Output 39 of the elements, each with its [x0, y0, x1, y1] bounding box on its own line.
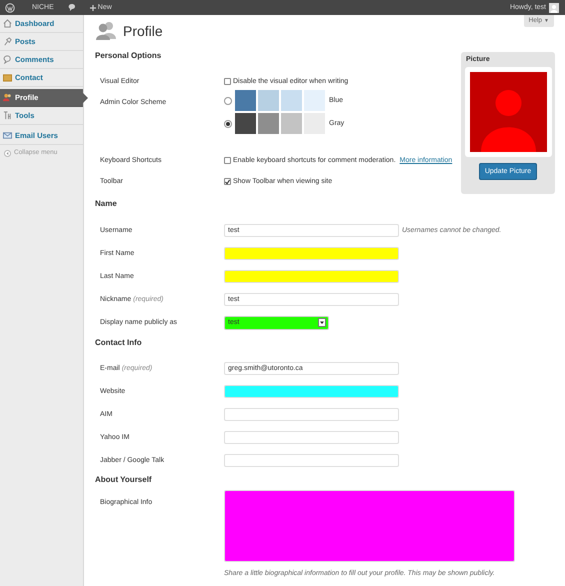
- tools-icon: [3, 111, 12, 120]
- radio-button[interactable]: [224, 120, 232, 128]
- page-title: Profile: [123, 22, 163, 40]
- color-swatch: [281, 90, 302, 112]
- section-heading: Personal Options: [95, 51, 162, 62]
- folder-icon: [3, 73, 12, 82]
- biography-textarea[interactable]: [224, 490, 515, 562]
- color-swatch: [281, 113, 302, 134]
- section-heading: Name: [95, 199, 118, 210]
- envelope-icon: [3, 131, 12, 140]
- color-swatch: [258, 113, 279, 134]
- color-swatch: [235, 113, 256, 134]
- text-field[interactable]: [224, 385, 399, 398]
- caret-icon: [318, 318, 326, 328]
- plus-icon: [90, 4, 96, 10]
- current-page-pointer: [83, 93, 88, 103]
- pin-icon: [3, 37, 12, 46]
- checkbox[interactable]: [224, 157, 231, 164]
- section-heading: About Yourself: [95, 475, 153, 486]
- color-swatch: [258, 90, 279, 112]
- collapse-arrow-icon: [4, 150, 11, 157]
- people-icon: [3, 93, 12, 102]
- color-swatch: [235, 90, 256, 112]
- logo-icon[interactable]: [5, 2, 15, 12]
- section-heading: Contact Info: [95, 338, 143, 348]
- text-field[interactable]: [224, 454, 399, 468]
- people-icon: [95, 21, 117, 41]
- checkbox[interactable]: [224, 78, 231, 86]
- avatar-icon[interactable]: [549, 2, 559, 12]
- text-field[interactable]: [224, 270, 399, 283]
- checkbox[interactable]: [224, 178, 231, 186]
- speech-bubble-icon[interactable]: [68, 4, 76, 11]
- text-field[interactable]: [224, 246, 399, 260]
- text-field[interactable]: [224, 408, 399, 422]
- speech-bubble-icon: [3, 55, 12, 64]
- color-swatch: [304, 90, 325, 112]
- text-field[interactable]: [224, 431, 399, 444]
- house-icon: [3, 19, 12, 28]
- radio-button[interactable]: [224, 96, 232, 105]
